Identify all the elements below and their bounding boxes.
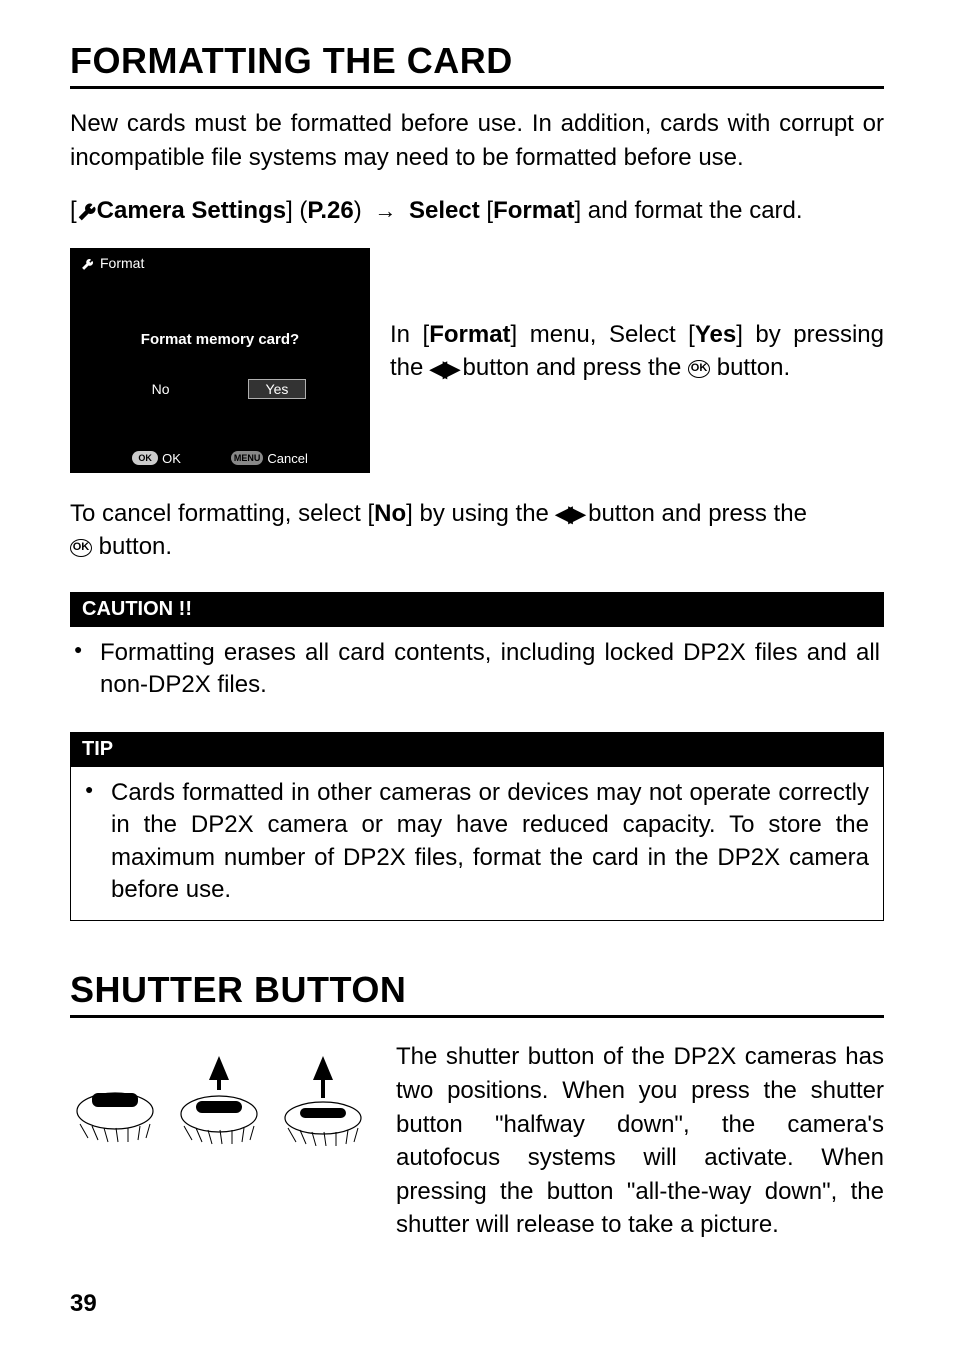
sep: ) [354,197,369,224]
left-right-icon: ◀▶ [430,354,456,385]
lcd-button-row: No Yes [71,379,369,399]
wrench-icon [81,255,94,271]
caution-list: Formatting erases all card contents, inc… [70,627,884,706]
camera-settings-label: Camera Settings [97,197,286,224]
tip-bar: TIP [70,732,884,767]
close-2: ] and format the card. [574,197,802,224]
lcd-no-button[interactable]: No [134,379,188,399]
shutter-state-1 [77,1093,153,1142]
menu-oval-icon: MENU [231,451,264,465]
tip-box: Cards formatted in other cameras or devi… [70,767,884,922]
c-no: No [374,500,406,527]
heading-shutter-button: SHUTTER BUTTON [70,969,884,1018]
t1: In [ [390,321,429,348]
page-number: 39 [70,1290,97,1318]
t5: button. [710,354,790,381]
left-right-icon: ◀▶ [556,499,582,530]
caution-bar: CAUTION !! [70,592,884,627]
instruction-line: [Camera Settings] (P.26) → Select [Forma… [70,194,884,228]
lcd-title-text: Format [100,255,144,271]
heading-formatting-card: FORMATTING THE CARD [70,40,884,89]
tip-bullet: Cards formatted in other cameras or devi… [85,777,869,907]
c1: To cancel formatting, select [ [70,500,374,527]
wrench-icon [77,197,97,224]
shutter-body-text: The shutter button of the DP2X cameras h… [396,1040,884,1242]
lcd-footer: OK OK MENU Cancel [71,451,369,466]
lcd-cancel-label: Cancel [267,451,307,466]
t2: ] menu, Select [ [511,321,695,348]
intro-paragraph: New cards must be formatted before use. … [70,107,884,174]
arrow-right-icon: → [374,196,396,227]
bracket-open-2: [ [480,197,493,224]
shutter-illustration [70,1040,382,1146]
format-word: Format [493,197,574,224]
t-format: Format [429,321,510,348]
t4: button and press the [456,354,688,381]
tip-list: Cards formatted in other cameras or devi… [85,777,869,907]
bracket-close-1: ] ( [286,197,307,224]
side-instruction-text: In [Format] menu, Select [Yes] by pressi… [390,248,884,385]
lcd-title-bar: Format [71,249,369,277]
t-yes: Yes [695,321,736,348]
lcd-cancel-hint: MENU Cancel [231,451,308,466]
shutter-state-2 [181,1056,257,1144]
caution-bullet: Formatting erases all card contents, inc… [74,637,880,702]
bracket-open: [ [70,197,77,224]
shutter-row: The shutter button of the DP2X cameras h… [70,1040,884,1242]
shutter-state-3 [285,1056,361,1146]
select-word: Select [409,197,480,224]
lcd-prompt: Format memory card? [71,331,369,348]
lcd-yes-button[interactable]: Yes [248,379,307,399]
lcd-ok-label: OK [162,451,181,466]
cancel-instruction: To cancel formatting, select [No] by usi… [70,497,884,564]
lcd-ok-hint: OK OK [132,451,181,466]
lcd-screenshot: Format Format memory card? No Yes OK OK … [70,248,370,473]
page-ref: P.26 [307,197,353,224]
c4: button. [92,533,172,560]
ok-circle-icon: OK [688,360,710,378]
ok-circle-icon: OK [70,539,92,557]
c3: button and press the [581,500,807,527]
ok-oval-icon: OK [132,451,158,465]
lcd-and-side-text-row: Format Format memory card? No Yes OK OK … [70,248,884,473]
c2: ] by using the [406,500,555,527]
